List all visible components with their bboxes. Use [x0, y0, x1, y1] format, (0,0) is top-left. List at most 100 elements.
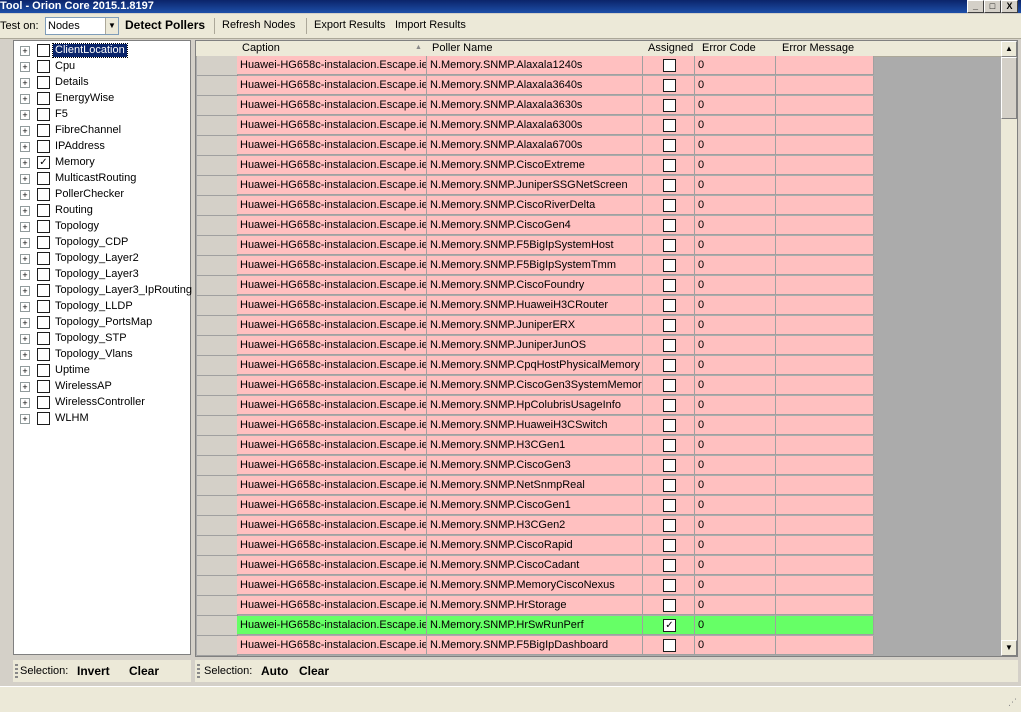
table-row[interactable]: Huawei-HG658c-instalacion.Escape.ie N.Mem… [196, 556, 874, 576]
row-header[interactable] [197, 576, 238, 596]
expand-plus-icon[interactable]: + [20, 126, 30, 136]
assigned-checkbox[interactable] [663, 319, 676, 332]
table-row[interactable]: Huawei-HG658c-instalacion.Escape.ie N.Mem… [196, 276, 874, 296]
assigned-checkbox[interactable] [663, 399, 676, 412]
row-header[interactable] [197, 336, 238, 356]
table-row[interactable]: Huawei-HG658c-instalacion.Escape.ie N.Mem… [196, 576, 874, 596]
tree-item-checkbox[interactable] [37, 380, 50, 393]
tree-item-checkbox[interactable] [37, 172, 50, 185]
tree-item-checkbox[interactable] [37, 124, 50, 137]
expand-plus-icon[interactable]: + [20, 302, 30, 312]
table-row[interactable]: Huawei-HG658c-instalacion.Escape.ie N.Mem… [196, 316, 874, 336]
tree-item-checkbox[interactable] [37, 252, 50, 265]
expand-plus-icon[interactable]: + [20, 46, 30, 56]
column-header-error-message[interactable]: Error Message [782, 42, 854, 54]
expand-plus-icon[interactable]: + [20, 318, 30, 328]
row-header[interactable] [197, 616, 238, 636]
assigned-checkbox[interactable] [663, 599, 676, 612]
resize-grip-icon[interactable]: ⋰ [1008, 697, 1017, 708]
row-header[interactable] [197, 376, 238, 396]
row-header[interactable] [197, 416, 238, 436]
tree-item-checkbox[interactable] [37, 140, 50, 153]
row-header[interactable] [197, 136, 238, 156]
row-header[interactable] [197, 636, 238, 656]
row-header[interactable] [197, 596, 238, 616]
clear-tree-selection-button[interactable]: Clear [129, 664, 159, 678]
import-results-button[interactable]: Import Results [395, 19, 466, 31]
auto-select-button[interactable]: Auto [261, 664, 288, 678]
assigned-checkbox[interactable] [663, 559, 676, 572]
expand-plus-icon[interactable]: + [20, 254, 30, 264]
tree-item-checkbox[interactable] [37, 332, 50, 345]
row-header[interactable] [197, 556, 238, 576]
table-row[interactable]: Huawei-HG658c-instalacion.Escape.ie N.Mem… [196, 516, 874, 536]
expand-plus-icon[interactable]: + [20, 94, 30, 104]
expand-plus-icon[interactable]: + [20, 334, 30, 344]
chevron-down-icon[interactable]: ▼ [105, 18, 118, 34]
table-row[interactable]: Huawei-HG658c-instalacion.Escape.ie N.Mem… [196, 336, 874, 356]
assigned-checkbox[interactable] [663, 459, 676, 472]
assigned-checkbox[interactable] [663, 79, 676, 92]
row-header[interactable] [197, 156, 238, 176]
row-header[interactable] [197, 356, 238, 376]
row-header[interactable] [197, 176, 238, 196]
assigned-checkbox[interactable] [663, 299, 676, 312]
table-row[interactable]: Huawei-HG658c-instalacion.Escape.ie N.Mem… [196, 456, 874, 476]
table-row[interactable]: Huawei-HG658c-instalacion.Escape.ie N.Mem… [196, 616, 874, 636]
table-row[interactable]: Huawei-HG658c-instalacion.Escape.ie N.Mem… [196, 196, 874, 216]
assigned-checkbox[interactable] [663, 479, 676, 492]
assigned-checkbox[interactable] [663, 159, 676, 172]
assigned-checkbox[interactable] [663, 339, 676, 352]
row-header[interactable] [197, 96, 238, 116]
assigned-checkbox[interactable] [663, 179, 676, 192]
tree-item-checkbox[interactable] [37, 220, 50, 233]
column-header-caption[interactable]: Caption [242, 42, 280, 54]
assigned-checkbox[interactable] [663, 579, 676, 592]
clear-grid-selection-button[interactable]: Clear [299, 664, 329, 678]
row-header[interactable] [197, 196, 238, 216]
export-results-button[interactable]: Export Results [314, 19, 386, 31]
tree-item-checkbox[interactable] [37, 92, 50, 105]
scroll-down-arrow-icon[interactable]: ▼ [1001, 640, 1017, 656]
assigned-checkbox[interactable] [663, 439, 676, 452]
expand-plus-icon[interactable]: + [20, 286, 30, 296]
expand-plus-icon[interactable]: + [20, 174, 30, 184]
tree-item-checkbox[interactable] [37, 412, 50, 425]
test-on-select[interactable]: Nodes ▼ [45, 17, 119, 35]
assigned-checkbox[interactable] [663, 279, 676, 292]
tree-item-checkbox[interactable] [37, 204, 50, 217]
row-header[interactable] [197, 76, 238, 96]
row-header[interactable] [197, 476, 238, 496]
minimize-button[interactable]: _ [967, 0, 984, 13]
tree-item-checkbox[interactable] [37, 60, 50, 73]
tree-item-checkbox[interactable] [37, 108, 50, 121]
table-row[interactable]: Huawei-HG658c-instalacion.Escape.ie N.Mem… [196, 136, 874, 156]
expand-plus-icon[interactable]: + [20, 382, 30, 392]
assigned-checkbox[interactable] [663, 239, 676, 252]
expand-plus-icon[interactable]: + [20, 78, 30, 88]
row-header[interactable] [197, 516, 238, 536]
assigned-checkbox[interactable] [663, 199, 676, 212]
row-header[interactable] [197, 236, 238, 256]
expand-plus-icon[interactable]: + [20, 110, 30, 120]
expand-plus-icon[interactable]: + [20, 190, 30, 200]
table-row[interactable]: Huawei-HG658c-instalacion.Escape.ie N.Mem… [196, 296, 874, 316]
table-row[interactable]: Huawei-HG658c-instalacion.Escape.ie N.Mem… [196, 596, 874, 616]
table-row[interactable]: Huawei-HG658c-instalacion.Escape.ie N.Mem… [196, 256, 874, 276]
table-row[interactable]: Huawei-HG658c-instalacion.Escape.ie N.Mem… [196, 56, 874, 76]
table-row[interactable]: Huawei-HG658c-instalacion.Escape.ie N.Mem… [196, 536, 874, 556]
table-row[interactable]: Huawei-HG658c-instalacion.Escape.ie N.Mem… [196, 636, 874, 656]
tree-item-checkbox[interactable] [37, 268, 50, 281]
row-header[interactable] [197, 256, 238, 276]
assigned-checkbox[interactable] [663, 59, 676, 72]
assigned-checkbox[interactable] [663, 639, 676, 652]
assigned-checkbox[interactable] [663, 99, 676, 112]
row-header[interactable] [197, 296, 238, 316]
row-header[interactable] [197, 396, 238, 416]
assigned-checkbox[interactable] [663, 539, 676, 552]
assigned-checkbox[interactable] [663, 259, 676, 272]
expand-plus-icon[interactable]: + [20, 142, 30, 152]
poller-category-tree[interactable]: + ClientLocation + Cpu + Details + EnergyWise + F… [13, 40, 192, 655]
assigned-checkbox[interactable]: ✓ [663, 619, 676, 632]
expand-plus-icon[interactable]: + [20, 366, 30, 376]
